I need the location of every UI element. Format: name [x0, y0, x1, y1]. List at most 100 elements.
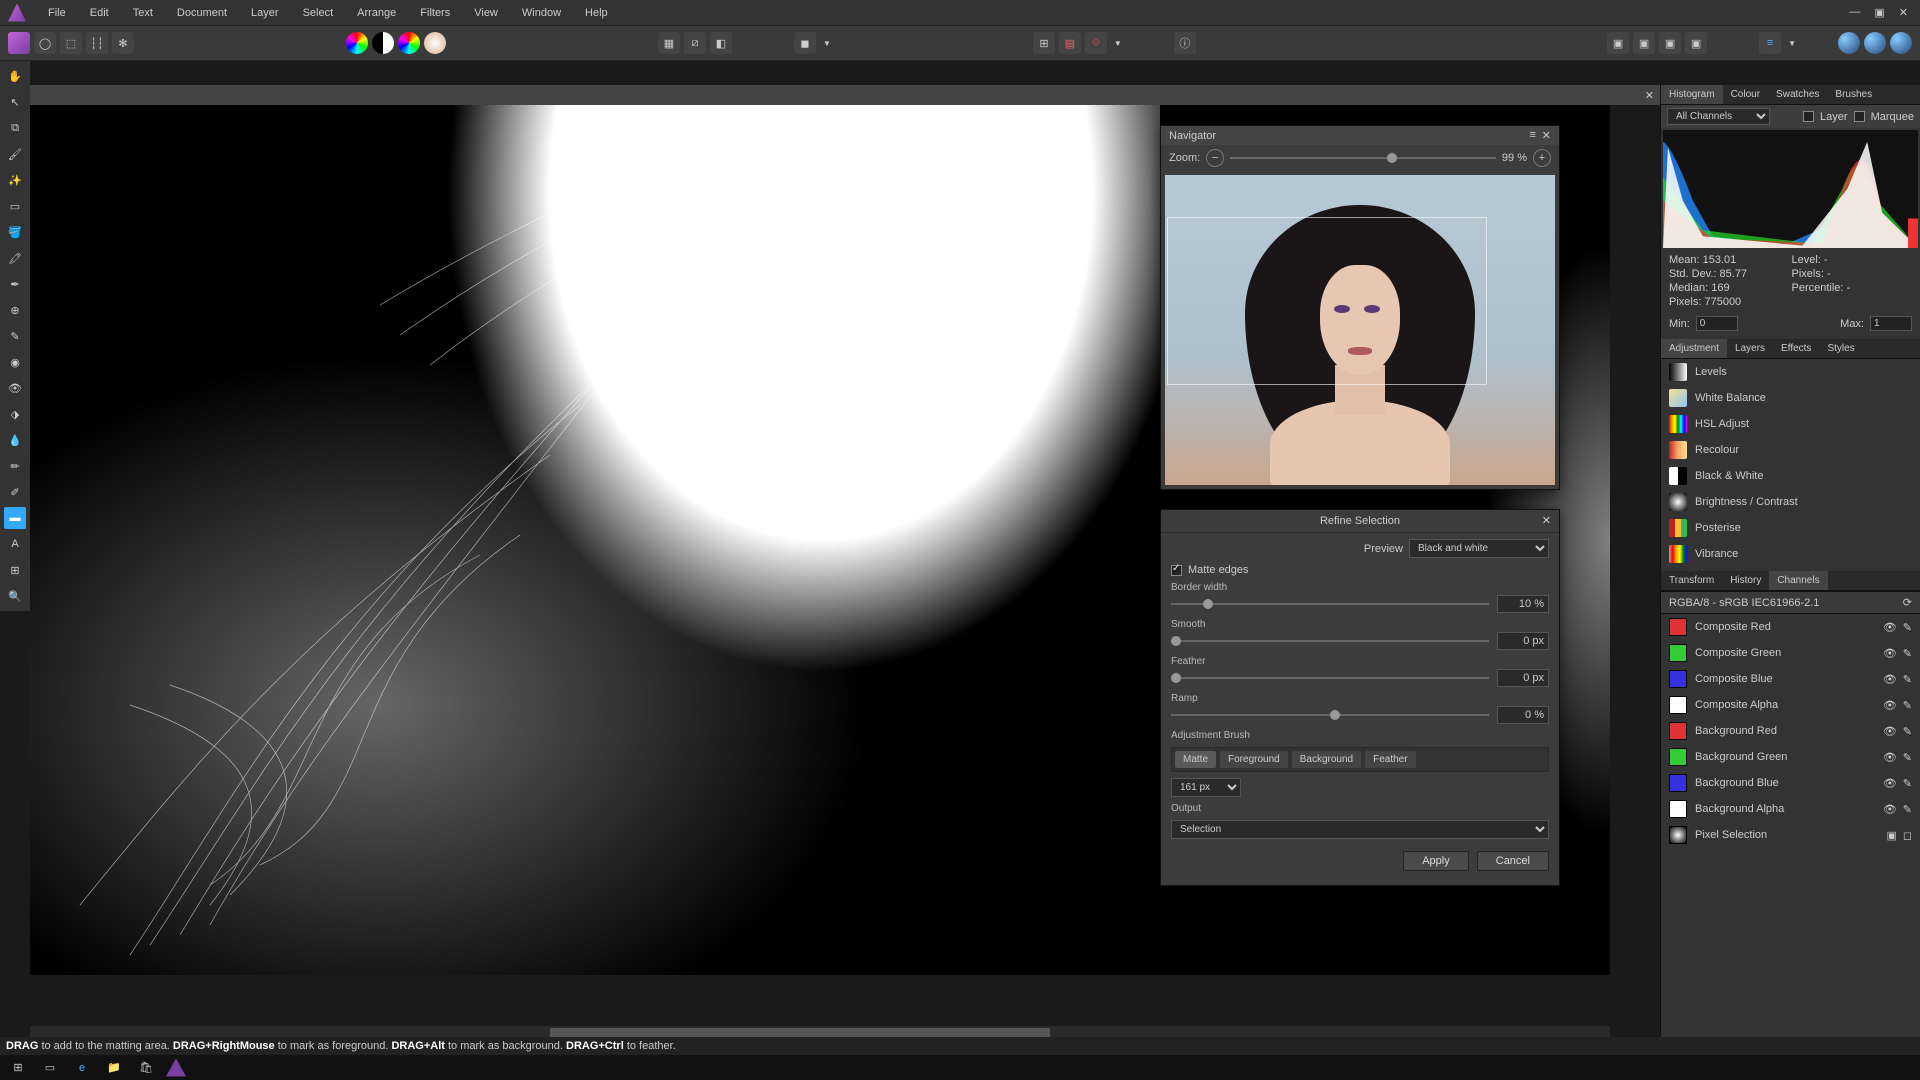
brush-mode-feather[interactable]: Feather: [1365, 751, 1415, 768]
edit-icon[interactable]: ✎: [1903, 751, 1912, 764]
hand-tool-icon[interactable]: ✋: [4, 65, 26, 87]
sphere-2-icon[interactable]: [1864, 32, 1886, 54]
feather-value[interactable]: 0 px: [1497, 669, 1549, 687]
mesh-tool-icon[interactable]: ⬗: [4, 403, 26, 425]
menu-window[interactable]: Window: [510, 2, 573, 24]
start-button[interactable]: ⊞: [6, 1058, 30, 1078]
navigator-preview[interactable]: [1165, 175, 1555, 485]
channel-row[interactable]: Composite Red👁✎: [1661, 614, 1920, 640]
smooth-slider[interactable]: [1171, 640, 1489, 642]
swatch-spectrum-icon[interactable]: [346, 32, 368, 54]
close-document-icon[interactable]: ✕: [1645, 89, 1654, 102]
channel-row[interactable]: Pixel Selection▣◻: [1661, 822, 1920, 848]
tab-styles[interactable]: Styles: [1819, 339, 1862, 358]
dialog-close-icon[interactable]: ✕: [1542, 514, 1551, 527]
dropdown-icon[interactable]: ▼: [823, 39, 831, 48]
adjustment-hsl-adjust[interactable]: HSL Adjust: [1661, 411, 1920, 437]
preview-select[interactable]: Black and white: [1409, 539, 1549, 558]
selection-invert-icon[interactable]: ◧: [710, 32, 732, 54]
panel-menu-icon[interactable]: ≡: [1529, 129, 1535, 142]
persona-liquify-icon[interactable]: ◯: [34, 32, 56, 54]
adjustment-levels[interactable]: Levels: [1661, 359, 1920, 385]
edit-icon[interactable]: ✎: [1903, 803, 1912, 816]
zoom-out-button[interactable]: −: [1206, 149, 1224, 167]
channel-row[interactable]: Composite Green👁✎: [1661, 640, 1920, 666]
wand-tool-icon[interactable]: ✨: [4, 169, 26, 191]
explorer-icon[interactable]: 📁: [102, 1058, 126, 1078]
tab-colour[interactable]: Colour: [1723, 85, 1768, 104]
matte-edges-checkbox[interactable]: [1171, 565, 1182, 576]
grid-icon[interactable]: ⊞: [1033, 32, 1055, 54]
tab-history[interactable]: History: [1722, 571, 1769, 590]
clone-tool-icon[interactable]: ✎: [4, 325, 26, 347]
adjustment-brightness-contrast[interactable]: Brightness / Contrast: [1661, 489, 1920, 515]
visibility-icon[interactable]: 👁: [1883, 647, 1897, 660]
swatch-greyscale-icon[interactable]: [372, 32, 394, 54]
burn-tool-icon[interactable]: ✏: [4, 455, 26, 477]
feather-slider[interactable]: [1171, 677, 1489, 679]
visibility-icon[interactable]: 👁: [1883, 621, 1897, 634]
task-view-icon[interactable]: ▭: [38, 1058, 62, 1078]
reload-icon[interactable]: ⟳: [1903, 596, 1912, 609]
channel-row[interactable]: Background Alpha👁✎: [1661, 796, 1920, 822]
marquee-tool-icon[interactable]: ▭: [4, 195, 26, 217]
redeye-tool-icon[interactable]: 👁: [4, 377, 26, 399]
tab-brushes[interactable]: Brushes: [1827, 85, 1880, 104]
brush-mode-background[interactable]: Background: [1292, 751, 1361, 768]
minimize-button[interactable]: —: [1849, 6, 1860, 19]
tab-channels[interactable]: Channels: [1769, 571, 1827, 590]
text-tool-icon[interactable]: A: [4, 533, 26, 555]
marquee-checkbox[interactable]: [1854, 111, 1865, 122]
apply-button[interactable]: Apply: [1403, 851, 1469, 871]
menu-layer[interactable]: Layer: [239, 2, 291, 24]
swatch-tint-icon[interactable]: [424, 32, 446, 54]
brush-mode-matte[interactable]: Matte: [1175, 751, 1216, 768]
dodge-tool-icon[interactable]: 💧: [4, 429, 26, 451]
adjustment-posterise[interactable]: Posterise: [1661, 515, 1920, 541]
flood-tool-icon[interactable]: 🪣: [4, 221, 26, 243]
app-home-icon[interactable]: [8, 32, 30, 54]
link-icon[interactable]: ◻: [1903, 829, 1912, 842]
edit-icon[interactable]: ✎: [1903, 647, 1912, 660]
brush-mode-foreground[interactable]: Foreground: [1220, 751, 1288, 768]
align-icon[interactable]: ≡: [1759, 32, 1781, 54]
border-width-slider[interactable]: [1171, 603, 1489, 605]
tab-layers[interactable]: Layers: [1727, 339, 1773, 358]
dropdown-icon[interactable]: ▼: [1114, 39, 1122, 48]
edge-icon[interactable]: e: [70, 1058, 94, 1078]
edit-icon[interactable]: ✎: [1903, 699, 1912, 712]
layer-checkbox[interactable]: [1803, 111, 1814, 122]
heal-tool-icon[interactable]: ⊕: [4, 299, 26, 321]
close-button[interactable]: ✕: [1899, 6, 1908, 19]
edit-icon[interactable]: ✎: [1903, 777, 1912, 790]
min-input[interactable]: [1696, 316, 1738, 331]
shape-tool-icon[interactable]: ▬: [4, 507, 26, 529]
adjustment-black-white[interactable]: Black & White: [1661, 463, 1920, 489]
brush-size-select[interactable]: 161 px: [1171, 778, 1241, 797]
sphere-3-icon[interactable]: [1890, 32, 1912, 54]
channel-row[interactable]: Background Green👁✎: [1661, 744, 1920, 770]
smooth-value[interactable]: 0 px: [1497, 632, 1549, 650]
maximize-button[interactable]: ▣: [1874, 6, 1884, 19]
menu-select[interactable]: Select: [291, 2, 346, 24]
visibility-icon[interactable]: 👁: [1883, 751, 1897, 764]
arrange-forward-icon[interactable]: ▣: [1659, 32, 1681, 54]
ramp-slider[interactable]: [1171, 714, 1489, 716]
eraser-tool-icon[interactable]: ✐: [4, 481, 26, 503]
perspective-tool-icon[interactable]: ⊞: [4, 559, 26, 581]
visibility-icon[interactable]: 👁: [1883, 725, 1897, 738]
visibility-icon[interactable]: 👁: [1883, 777, 1897, 790]
selection-new-icon[interactable]: ▦: [658, 32, 680, 54]
menu-text[interactable]: Text: [121, 2, 165, 24]
persona-tone-icon[interactable]: ┆┆: [86, 32, 108, 54]
arrange-backward-icon[interactable]: ▣: [1633, 32, 1655, 54]
canvas[interactable]: [30, 105, 1160, 975]
arrange-front-icon[interactable]: ▣: [1685, 32, 1707, 54]
menu-help[interactable]: Help: [573, 2, 620, 24]
adjustment-vibrance[interactable]: Vibrance: [1661, 541, 1920, 567]
visibility-icon[interactable]: 👁: [1883, 673, 1897, 686]
tab-transform[interactable]: Transform: [1661, 571, 1722, 590]
visibility-icon[interactable]: 👁: [1883, 699, 1897, 712]
ramp-value[interactable]: 0 %: [1497, 706, 1549, 724]
gradient-tool-icon[interactable]: 🖍: [4, 247, 26, 269]
